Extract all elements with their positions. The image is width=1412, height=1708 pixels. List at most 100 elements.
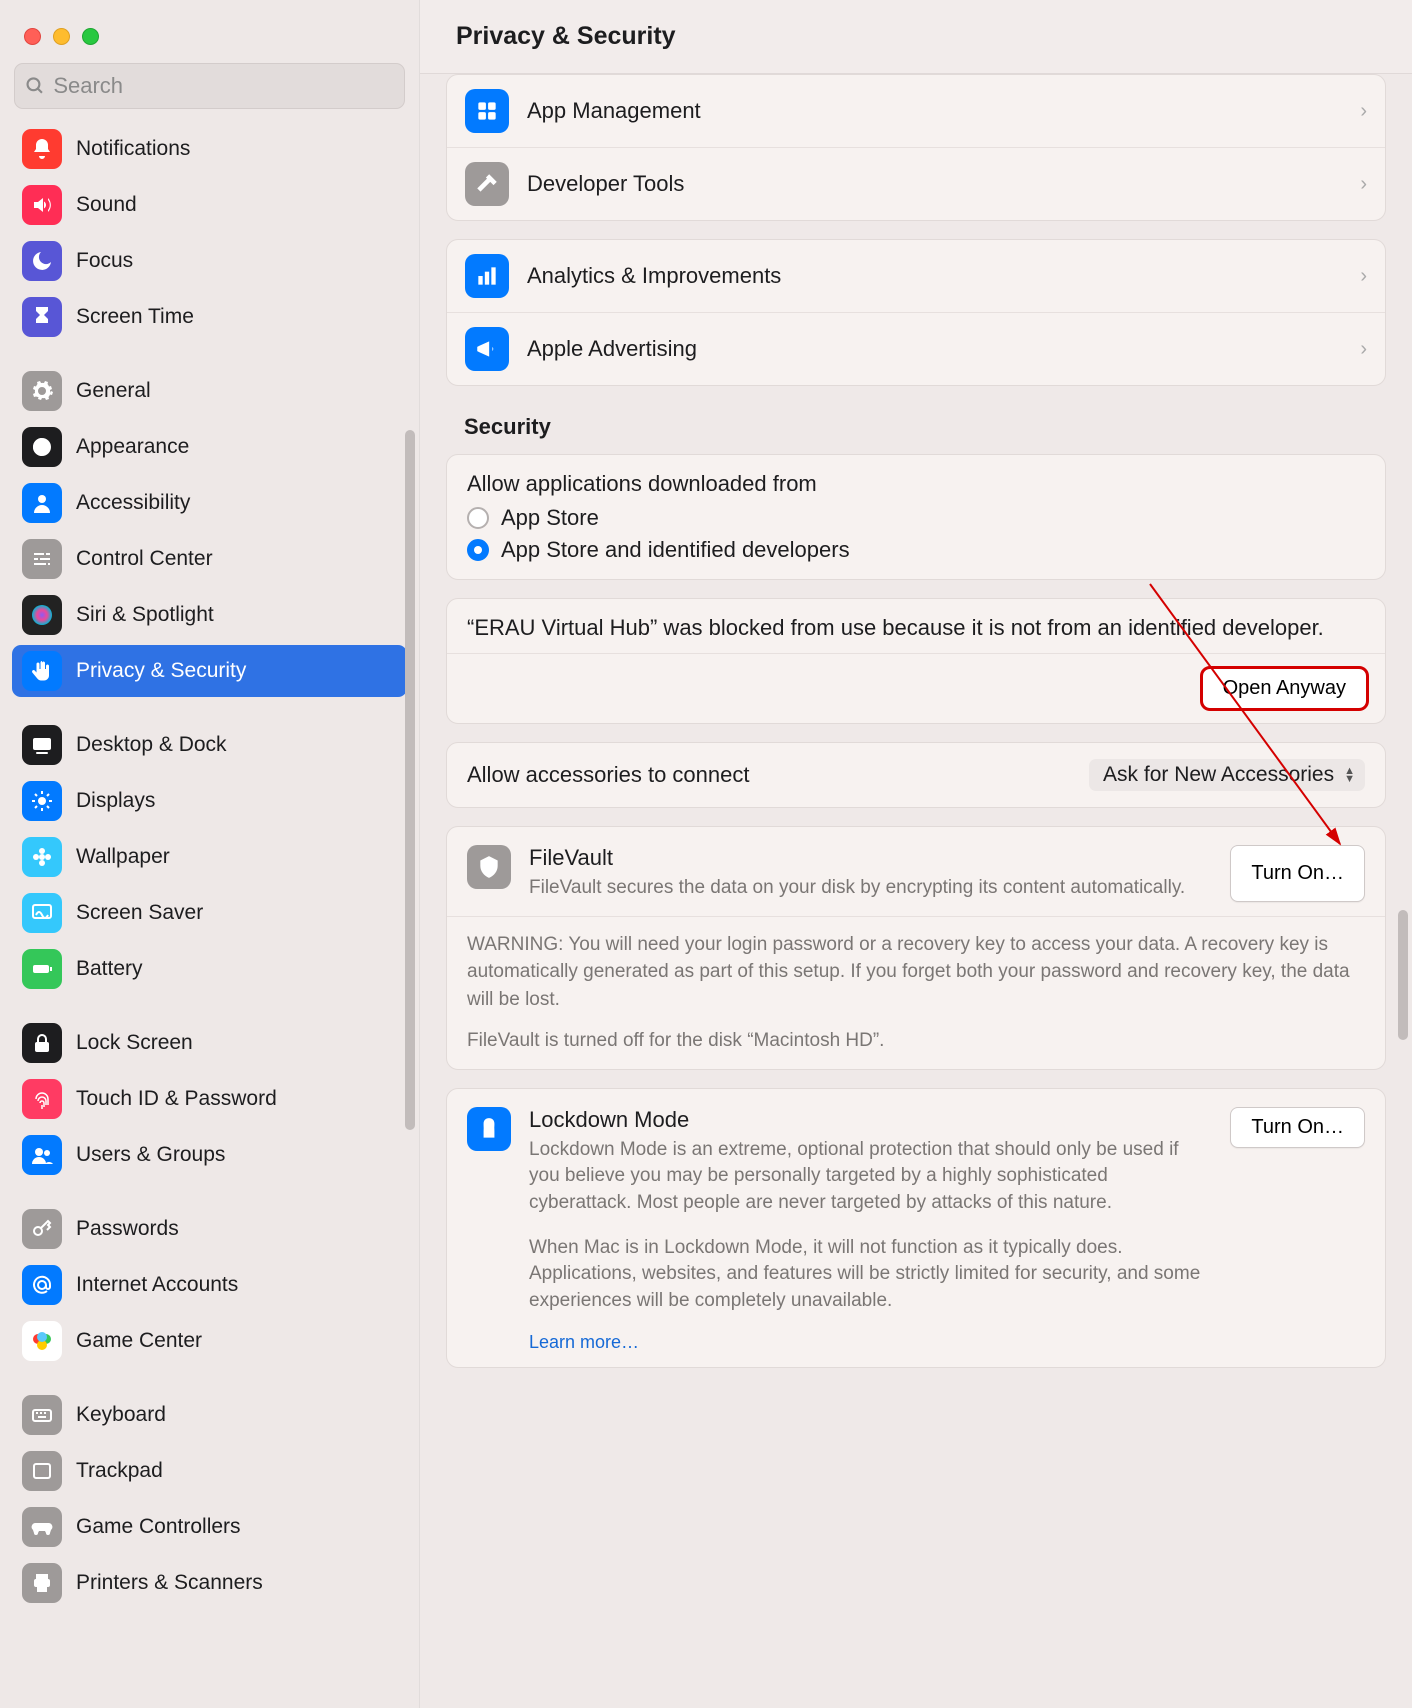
sidebar-item-label: Game Controllers bbox=[76, 1515, 241, 1539]
permission-row-1[interactable]: Developer Tools› bbox=[447, 148, 1385, 220]
sidebar-item-label: Wallpaper bbox=[76, 845, 170, 869]
printer-icon bbox=[22, 1563, 62, 1603]
sidebar-item-label: Printers & Scanners bbox=[76, 1571, 263, 1595]
search-icon bbox=[25, 75, 45, 97]
analytics-group: Analytics & Improvements › Apple Advertisi… bbox=[446, 239, 1386, 386]
search-field[interactable] bbox=[14, 63, 405, 109]
zoom-window-button[interactable] bbox=[82, 28, 99, 45]
sidebar-item-lock-screen[interactable]: Lock Screen bbox=[12, 1017, 407, 1069]
sidebar-item-accessibility[interactable]: Accessibility bbox=[12, 477, 407, 529]
accessories-label: Allow accessories to connect bbox=[467, 762, 749, 788]
filevault-desc: FileVault secures the data on your disk … bbox=[529, 875, 1212, 902]
filevault-turn-on-button[interactable]: Turn On… bbox=[1230, 845, 1365, 902]
accessories-dropdown[interactable]: Ask for New Accessories ▲▼ bbox=[1089, 759, 1365, 791]
sidebar-item-label: Screen Saver bbox=[76, 901, 203, 925]
filevault-icon bbox=[467, 845, 511, 889]
radio-button[interactable] bbox=[467, 539, 489, 561]
sidebar-item-notifications[interactable]: Notifications bbox=[12, 123, 407, 175]
sidebar-item-general[interactable]: General bbox=[12, 365, 407, 417]
hand-icon bbox=[22, 651, 62, 691]
lockdown-turn-on-button[interactable]: Turn On… bbox=[1230, 1107, 1365, 1148]
row-label: Developer Tools bbox=[527, 171, 684, 197]
lockdown-card: Lockdown Mode Lockdown Mode is an extrem… bbox=[446, 1088, 1386, 1369]
speaker-icon bbox=[22, 185, 62, 225]
sidebar-item-control-center[interactable]: Control Center bbox=[12, 533, 407, 585]
sidebar-item-label: Keyboard bbox=[76, 1403, 166, 1427]
blocked-app-message: “ERAU Virtual Hub” was blocked from use … bbox=[447, 599, 1385, 654]
chart-icon bbox=[465, 254, 509, 298]
lockdown-desc-2: When Mac is in Lockdown Mode, it will no… bbox=[529, 1235, 1212, 1315]
megaphone-icon bbox=[465, 327, 509, 371]
dropdown-stepper-icon: ▲▼ bbox=[1344, 767, 1355, 783]
lock-icon bbox=[22, 1023, 62, 1063]
content-scrollbar[interactable] bbox=[1398, 910, 1408, 1040]
row-label: App Management bbox=[527, 98, 701, 124]
sidebar-item-siri[interactable]: Siri & Spotlight bbox=[12, 589, 407, 641]
row-label: Analytics & Improvements bbox=[527, 263, 781, 289]
sun-icon bbox=[22, 781, 62, 821]
sidebar-item-trackpad[interactable]: Trackpad bbox=[12, 1445, 407, 1497]
sidebar-item-users-groups[interactable]: Users & Groups bbox=[12, 1129, 407, 1181]
open-anyway-button[interactable]: Open Anyway bbox=[1202, 668, 1367, 709]
dock-icon bbox=[22, 725, 62, 765]
analytics-row-1[interactable]: Apple Advertising› bbox=[447, 313, 1385, 385]
security-section-title: Security bbox=[464, 414, 1386, 440]
main-area: Privacy & Security App Management›Develo… bbox=[420, 0, 1412, 1708]
users-icon bbox=[22, 1135, 62, 1175]
sidebar-item-keyboard[interactable]: Keyboard bbox=[12, 1389, 407, 1441]
at-icon bbox=[22, 1265, 62, 1305]
flower-icon bbox=[22, 837, 62, 877]
permission-row-0[interactable]: App Management › bbox=[447, 75, 1385, 148]
sliders-icon bbox=[22, 539, 62, 579]
blocked-app-card: “ERAU Virtual Hub” was blocked from use … bbox=[446, 598, 1386, 724]
screensaver-icon bbox=[22, 893, 62, 933]
sidebar-item-appearance[interactable]: Appearance bbox=[12, 421, 407, 473]
sidebar-item-internet-accounts[interactable]: Internet Accounts bbox=[12, 1259, 407, 1311]
sidebar-item-passwords[interactable]: Passwords bbox=[12, 1203, 407, 1255]
sidebar-item-printers-scanners[interactable]: Printers & Scanners bbox=[12, 1557, 407, 1609]
sidebar-item-desktop-dock[interactable]: Desktop & Dock bbox=[12, 719, 407, 771]
hammer-icon bbox=[465, 162, 509, 206]
content: App Management›Developer Tools› Analytic… bbox=[420, 74, 1412, 1708]
filevault-warning: WARNING: You will need your login passwo… bbox=[447, 917, 1385, 1028]
search-input[interactable] bbox=[53, 73, 394, 99]
permissions-group-1: App Management › Developer Tools› bbox=[446, 74, 1386, 221]
lockdown-icon bbox=[467, 1107, 511, 1151]
sidebar-item-label: Game Center bbox=[76, 1329, 202, 1353]
sidebar-item-displays[interactable]: Displays bbox=[12, 775, 407, 827]
sidebar-scrollbar[interactable] bbox=[405, 430, 415, 1130]
sidebar-item-sound[interactable]: Sound bbox=[12, 179, 407, 231]
close-window-button[interactable] bbox=[24, 28, 41, 45]
gear-icon bbox=[22, 371, 62, 411]
sidebar-item-screen-saver[interactable]: Screen Saver bbox=[12, 887, 407, 939]
radio-button[interactable] bbox=[467, 507, 489, 529]
battery-icon bbox=[22, 949, 62, 989]
sidebar-item-wallpaper[interactable]: Wallpaper bbox=[12, 831, 407, 883]
radio-label: App Store and identified developers bbox=[501, 537, 850, 563]
sidebar-item-label: Touch ID & Password bbox=[76, 1087, 277, 1111]
siri-icon bbox=[22, 595, 62, 635]
sidebar: NotificationsSoundFocusScreen Time Genera… bbox=[0, 0, 420, 1708]
sidebar-item-game-center[interactable]: Game Center bbox=[12, 1315, 407, 1367]
sidebar-item-label: Battery bbox=[76, 957, 143, 981]
chevron-right-icon: › bbox=[1360, 265, 1367, 288]
minimize-window-button[interactable] bbox=[53, 28, 70, 45]
allow-apps-option-1[interactable]: App Store and identified developers bbox=[467, 537, 1365, 563]
sidebar-item-game-controllers[interactable]: Game Controllers bbox=[12, 1501, 407, 1553]
sidebar-item-focus[interactable]: Focus bbox=[12, 235, 407, 287]
lockdown-desc-1: Lockdown Mode is an extreme, optional pr… bbox=[529, 1137, 1212, 1217]
analytics-row-0[interactable]: Analytics & Improvements › bbox=[447, 240, 1385, 313]
sidebar-item-touch-id[interactable]: Touch ID & Password bbox=[12, 1073, 407, 1125]
sidebar-item-label: Desktop & Dock bbox=[76, 733, 227, 757]
allow-apps-card: Allow applications downloaded from App S… bbox=[446, 454, 1386, 580]
sidebar-item-label: Accessibility bbox=[76, 491, 190, 515]
lockdown-learn-more-link[interactable]: Learn more… bbox=[529, 1332, 639, 1353]
sidebar-item-label: Lock Screen bbox=[76, 1031, 193, 1055]
sidebar-item-privacy[interactable]: Privacy & Security bbox=[12, 645, 407, 697]
accessories-card: Allow accessories to connect Ask for New… bbox=[446, 742, 1386, 808]
sidebar-item-battery[interactable]: Battery bbox=[12, 943, 407, 995]
sidebar-item-screen-time[interactable]: Screen Time bbox=[12, 291, 407, 343]
filevault-card: FileVault FileVault secures the data on … bbox=[446, 826, 1386, 1070]
allow-apps-option-0[interactable]: App Store bbox=[467, 505, 1365, 531]
chevron-right-icon: › bbox=[1360, 100, 1367, 123]
